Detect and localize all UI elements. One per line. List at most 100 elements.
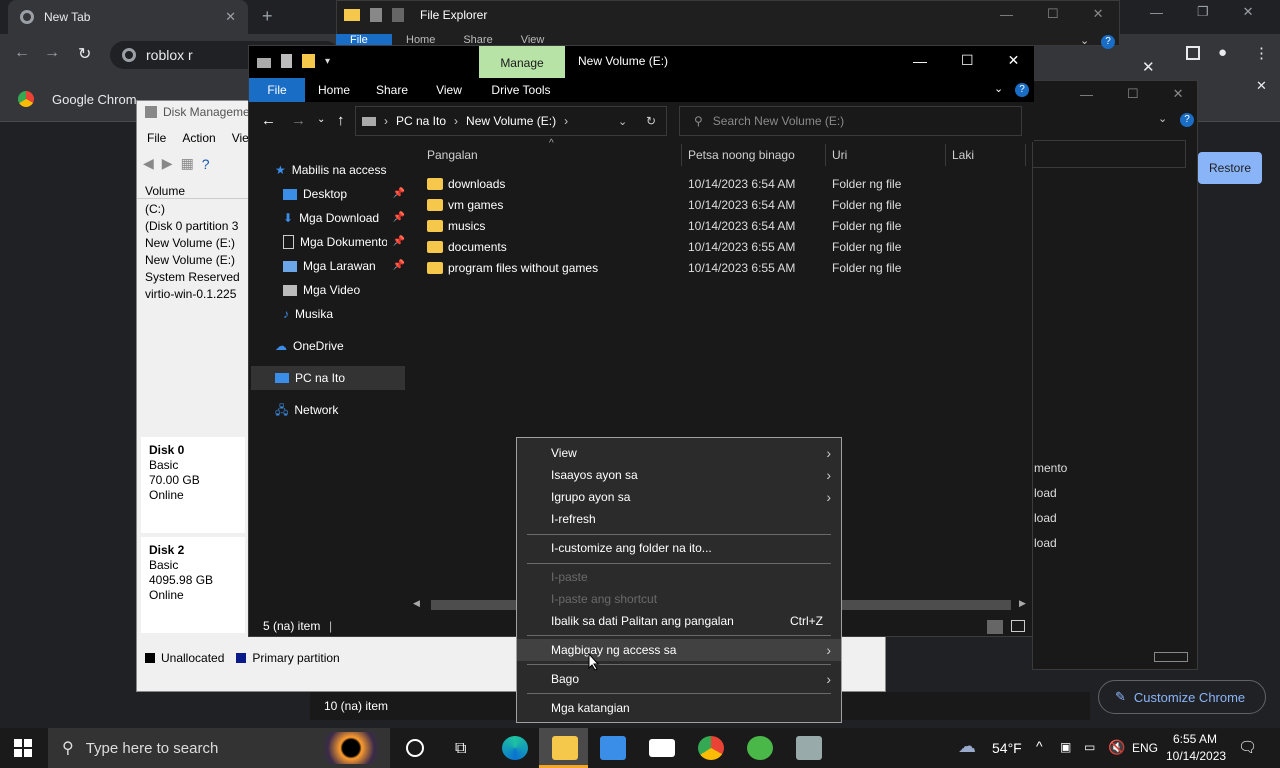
customize-chrome-button[interactable]: ✎ Customize Chrome — [1098, 680, 1266, 714]
table-row[interactable]: musics 10/14/2023 6:54 AM Folder ng file — [427, 216, 1027, 237]
fe-back-maximize[interactable]: ☐ — [1047, 6, 1059, 22]
menu-item-customize[interactable]: I-customize ang folder na ito... — [517, 537, 841, 559]
table-row[interactable]: New Volume (E:) — [137, 235, 249, 252]
table-row[interactable]: New Volume (E:) — [137, 252, 249, 269]
notifications-icon[interactable]: 🗨 — [1238, 738, 1257, 756]
customize-qat-icon[interactable]: ▾ — [325, 56, 330, 67]
app-icon[interactable] — [796, 736, 822, 760]
back-icon[interactable]: ← — [261, 112, 276, 129]
close-popup-icon[interactable]: ✕ — [1142, 58, 1155, 76]
back-icon[interactable]: ← — [14, 44, 30, 62]
table-row[interactable]: virtio-win-0.1.225 — [137, 286, 249, 303]
sidebar-icon[interactable] — [1186, 46, 1200, 60]
reload-icon[interactable]: ↻ — [78, 44, 91, 64]
up-icon[interactable]: ↑ — [337, 112, 345, 129]
nav-onedrive[interactable]: ☁ OneDrive — [275, 334, 344, 358]
network-icon[interactable]: ▭ — [1084, 740, 1095, 754]
weather-temp[interactable]: 54°F — [992, 740, 1022, 756]
breadcrumb-separator-icon[interactable]: › — [384, 114, 388, 128]
menu-item-group[interactable]: Igrupo ayon sa › — [517, 486, 841, 508]
forward-arrow-icon[interactable]: ▶ — [162, 155, 173, 172]
refresh-icon[interactable]: ↻ — [646, 114, 656, 128]
table-row[interactable]: (C:) — [137, 201, 249, 218]
tab-view[interactable]: View — [421, 83, 477, 97]
breadcrumb-separator-icon[interactable]: › — [454, 114, 458, 128]
nav-quick-access[interactable]: ★ Mabilis na access — [275, 158, 386, 182]
nav-videos[interactable]: Mga Video — [283, 278, 360, 302]
menu-item-view[interactable]: View › — [517, 442, 841, 464]
win3-expand-icon[interactable]: ⌄ — [1158, 112, 1167, 125]
fe-back-expand-icon[interactable]: ⌄ — [1080, 34, 1089, 47]
help-icon[interactable]: ? — [202, 156, 210, 172]
properties-icon[interactable] — [281, 54, 292, 68]
manage-tab[interactable]: Manage — [479, 46, 565, 78]
tab-drive-tools[interactable]: Drive Tools — [477, 83, 565, 97]
address-bar[interactable]: › PC na Ito › New Volume (E:) › ⌄ ↻ — [355, 106, 667, 136]
mail-icon[interactable] — [649, 739, 675, 757]
win3-search-box[interactable] — [1032, 140, 1186, 168]
column-name[interactable]: Pangalan — [427, 148, 478, 162]
menu-icon[interactable]: ⋮ — [1254, 44, 1269, 62]
win3-help-icon[interactable]: ? — [1180, 113, 1194, 127]
win3-close[interactable]: ✕ — [1173, 86, 1184, 102]
win3-minimize[interactable]: — — [1080, 87, 1093, 102]
maximize-button[interactable]: ☐ — [961, 52, 974, 69]
disk-2-panel[interactable]: Disk 2 Basic 4095.98 GB Online — [141, 537, 245, 633]
chrome-minimize-button[interactable]: — — [1150, 5, 1163, 20]
table-row[interactable]: documents 10/14/2023 6:55 AM Folder ng f… — [427, 237, 1027, 258]
clock[interactable]: 6:55 AM 10/14/2023 — [1166, 731, 1226, 765]
list-item[interactable]: load — [1034, 506, 1067, 531]
cortana-icon[interactable] — [406, 739, 424, 757]
column-size[interactable]: Laki — [952, 148, 974, 162]
profile-icon[interactable]: ● — [1218, 44, 1227, 61]
table-row[interactable]: program files without games 10/14/2023 6… — [427, 258, 1027, 279]
tab-home[interactable]: Home — [305, 83, 363, 97]
close-button[interactable]: ✕ — [1008, 52, 1020, 69]
volume-icon[interactable]: 🔇 — [1108, 739, 1125, 756]
table-row[interactable]: vm games 10/14/2023 6:54 AM Folder ng fi… — [427, 195, 1027, 216]
nav-downloads[interactable]: ⬇ Mga Download 📌 — [283, 206, 405, 230]
column-divider[interactable] — [1025, 144, 1026, 166]
list-item[interactable]: load — [1034, 481, 1067, 506]
task-view-icon[interactable]: ⧉ — [455, 740, 466, 758]
dm-menu-view[interactable]: Vie — [232, 131, 249, 145]
breadcrumb-pc[interactable]: PC na Ito — [396, 114, 446, 128]
table-row[interactable]: downloads 10/14/2023 6:54 AM Folder ng f… — [427, 174, 1027, 195]
forward-icon[interactable]: → — [291, 112, 306, 129]
menu-item-give-access[interactable]: Magbigay ng access sa › — [517, 639, 841, 661]
menu-item-sort[interactable]: Isaayos ayon sa › — [517, 464, 841, 486]
details-view-icon[interactable] — [987, 620, 1003, 634]
language-indicator[interactable]: ENG — [1132, 741, 1158, 755]
forward-icon[interactable]: → — [44, 44, 60, 62]
chrome-restore-button[interactable]: ❐ — [1197, 4, 1209, 20]
minimize-button[interactable]: — — [913, 53, 927, 69]
chrome-tab-new-tab[interactable]: New Tab ✕ — [8, 0, 248, 34]
nav-desktop[interactable]: Desktop 📌 — [283, 182, 405, 206]
help-icon[interactable]: ? — [1015, 83, 1029, 97]
list-item[interactable]: mento — [1034, 456, 1067, 481]
win3-view-icons[interactable] — [1154, 652, 1188, 662]
back-arrow-icon[interactable]: ◀ — [143, 155, 154, 172]
utorrent-icon[interactable] — [747, 736, 773, 760]
weather-icon[interactable]: ☁ — [958, 736, 976, 757]
scroll-right-icon[interactable]: ▶ — [1019, 598, 1026, 609]
tab-close-icon[interactable]: ✕ — [225, 9, 236, 25]
grid-icon[interactable]: ▦ — [181, 155, 194, 172]
menu-item-properties[interactable]: Mga katangian — [517, 697, 841, 719]
fe-back-help-icon[interactable]: ? — [1101, 35, 1115, 49]
nav-this-pc[interactable]: PC na Ito — [251, 366, 405, 390]
bookmark-bar-close-icon[interactable]: ✕ — [1256, 78, 1267, 94]
win3-maximize[interactable]: ☐ — [1127, 86, 1139, 102]
chrome-icon[interactable] — [698, 736, 724, 760]
table-row[interactable]: System Reserved — [137, 269, 249, 286]
show-hidden-icons[interactable]: ^ — [1036, 738, 1043, 754]
dm-volume-header[interactable]: Volume — [137, 183, 249, 199]
dm-menu-action[interactable]: Action — [182, 131, 215, 145]
search-highlight-icon[interactable] — [316, 732, 386, 764]
menu-item-refresh[interactable]: I-refresh — [517, 508, 841, 530]
column-type[interactable]: Uri — [832, 148, 847, 162]
column-divider[interactable] — [945, 144, 946, 166]
large-icons-view-icon[interactable] — [1011, 620, 1025, 632]
fe-back-minimize[interactable]: — — [1000, 7, 1013, 22]
fe-back-close[interactable]: ✕ — [1093, 6, 1104, 22]
